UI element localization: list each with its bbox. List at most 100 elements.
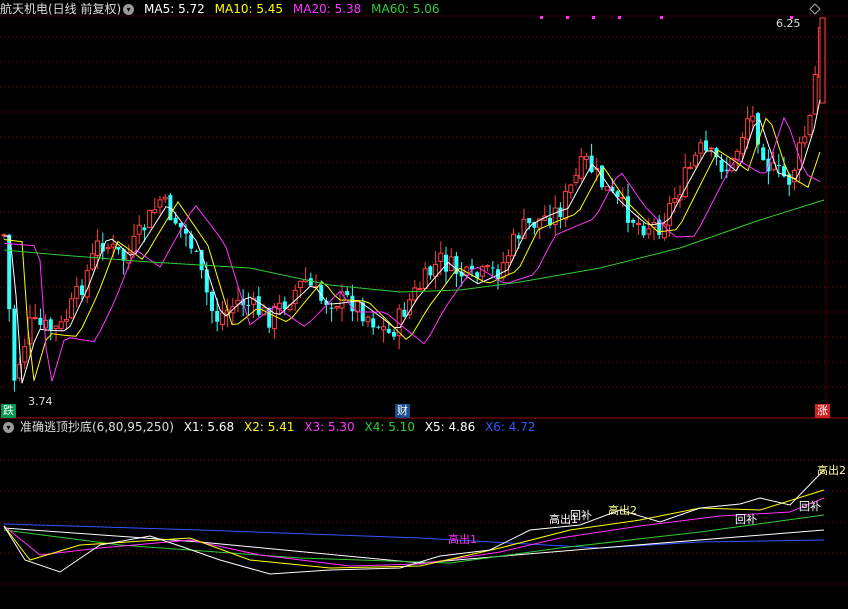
candle-body [761,147,766,161]
candle-body [500,262,506,279]
candle-body [687,166,693,169]
badge-fall[interactable]: 跌 [1,404,16,418]
candle-body [74,285,80,299]
candle-body [110,243,116,248]
candle-body [381,326,387,331]
candle-body [693,154,699,167]
candle-body [527,217,532,224]
candle-body [58,321,64,329]
candle-body [698,142,704,154]
candle-body [32,317,38,320]
stock-chart-window: 航天机电(日线 前复权) ▾ MA5: 5.72 MA10: 5.45 MA20:… [0,0,848,609]
candle-body [89,253,95,270]
signal-marker [540,16,543,19]
candle-body [756,113,760,145]
candle-body [438,252,444,262]
candle-body [807,114,813,136]
candle-body [812,73,818,115]
candle-body [194,250,199,252]
candle-body [745,118,751,140]
candle-body [38,317,43,325]
candle-body [116,247,121,250]
candle-body [371,318,376,328]
signal-label: 高出1 [448,533,477,546]
ma60-line [3,199,825,293]
candle-body [719,159,724,172]
candle-body [256,296,261,315]
candle-body [407,299,413,316]
candle-body [485,265,491,268]
high-price-label: 6.25 [776,17,801,30]
candle-body [345,291,350,296]
candle-body [246,304,251,306]
candle-body [646,228,652,235]
candle-body [412,287,418,301]
candle-body [631,219,636,223]
signal-label: 高出2 [817,464,846,477]
candle-body [635,223,641,226]
candle-body [750,115,756,122]
chart-canvas[interactable] [0,0,848,609]
candle-body [210,291,214,312]
candle-body [402,309,407,317]
badge-rise[interactable]: 涨 [815,404,830,418]
candle-body [802,136,808,144]
candle-body [152,209,158,214]
signal-label: 高出2 [608,504,637,517]
candle-body [708,147,714,150]
candle-body [568,184,574,193]
candle-body [511,233,517,257]
corner-diamond-icon [809,3,821,15]
candle-body [428,266,433,276]
candle-body [147,210,153,228]
candle-body [558,207,563,218]
candle-body [80,285,84,296]
candle-body [505,255,511,263]
candle-body [215,311,220,322]
signal-marker [566,16,569,19]
signal-marker [592,16,595,19]
candle-body [563,191,569,220]
x2-line [3,489,825,569]
candle-body [516,235,521,239]
candle-body [136,224,142,235]
candle-body [157,199,163,208]
candle-body [219,312,225,326]
candle-body [308,278,313,286]
candle-body [776,164,781,167]
candle-body [95,240,101,256]
candle-body [386,328,391,333]
signal-label: 回补 [735,513,757,526]
candle-body [69,298,75,319]
candle-body [573,174,579,184]
signal-marker [660,16,663,19]
candle-body [277,302,283,310]
candle-body [797,142,803,170]
candle-body [819,17,826,104]
candle-body [739,136,745,155]
candle-body [704,140,708,151]
candle-body [667,203,673,226]
candle-body [734,150,740,160]
candle-body [63,318,69,322]
candle-body [271,305,277,330]
candle-body [334,306,340,309]
candle-body [578,156,584,179]
candle-body [297,280,303,288]
candle-body [641,225,646,236]
badge-finance[interactable]: 财 [395,404,410,418]
candle-body [142,227,147,231]
candle-body [392,331,396,337]
candle-body [583,155,589,160]
candle-body [672,198,678,203]
candle-body [422,268,428,289]
candle-body [589,155,594,173]
candle-body [162,196,168,200]
candle-body [53,325,59,330]
candle-body [12,308,17,381]
candle-body [48,319,53,330]
x6-line [3,523,825,549]
candle-body [490,267,495,269]
candle-body [604,186,610,191]
low-price-label: 3.74 [28,395,53,408]
